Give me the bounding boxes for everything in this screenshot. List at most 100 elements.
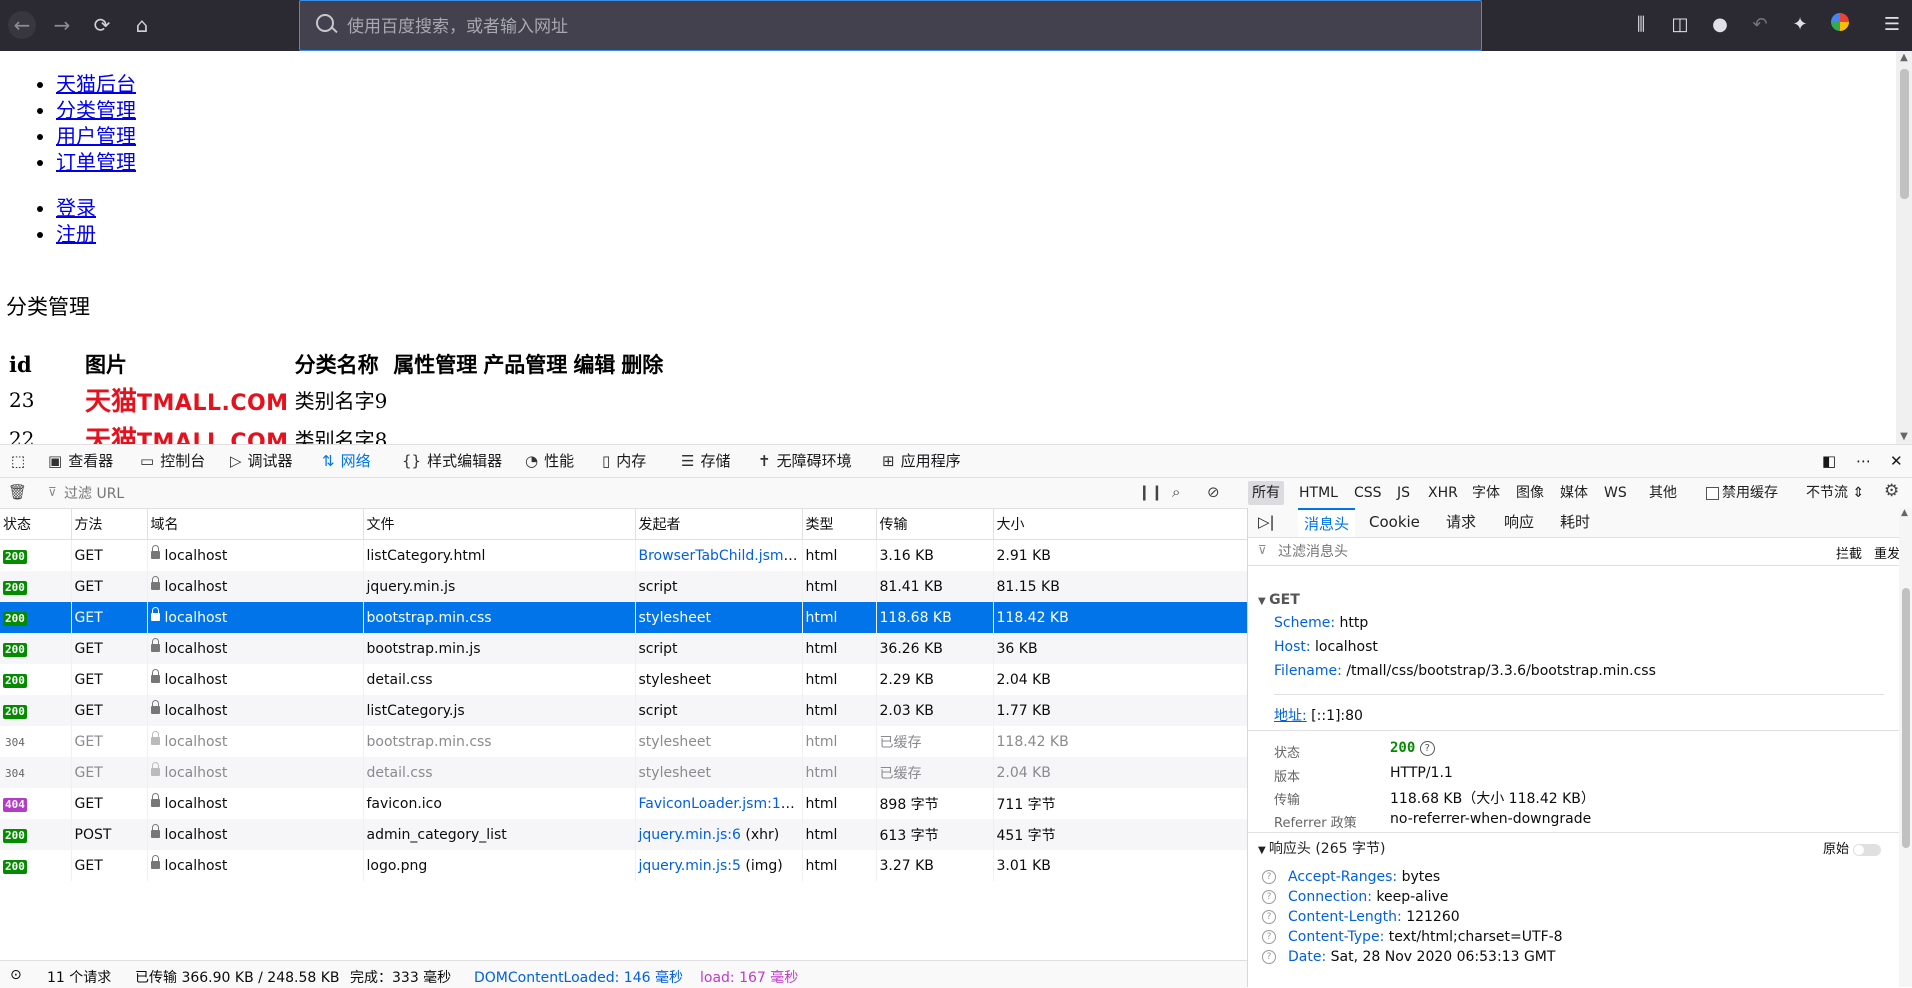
forward-arrow-icon[interactable]: → — [48, 11, 76, 39]
disable-cache-toggle[interactable]: 禁用缓存 — [1702, 481, 1782, 505]
more-options-icon[interactable]: ⋯ — [1856, 445, 1871, 478]
settings-gear-icon[interactable]: ⚙ — [1884, 481, 1899, 501]
tab-style-editor[interactable]: {} 样式编辑器 — [402, 445, 502, 478]
request-row[interactable]: 304 GET localhost bootstrap.min.css styleshe… — [0, 726, 1248, 757]
initiator-link[interactable]: jquery.min.js:5 — [639, 858, 741, 874]
register-link[interactable]: 注册 — [56, 222, 96, 246]
account-icon[interactable]: ● — [1708, 13, 1732, 37]
header-help-icon[interactable]: ? — [1262, 910, 1276, 924]
scroll-thumb[interactable] — [1902, 588, 1910, 848]
disable-cache-checkbox[interactable] — [1706, 486, 1719, 500]
request-row[interactable]: 200 GET localhost detail.css stylesheet html 2… — [0, 664, 1248, 695]
header-help-icon[interactable]: ? — [1262, 870, 1276, 884]
pick-element-icon[interactable]: ⬚ — [6, 445, 30, 478]
request-row[interactable]: 200 GET localhost bootstrap.min.js script htm… — [0, 633, 1248, 664]
block-icon[interactable]: ⊘ — [1207, 483, 1220, 501]
col-size[interactable]: 大小 — [993, 509, 1248, 540]
type-filter-html[interactable]: HTML — [1295, 481, 1342, 505]
request-row[interactable]: 200 GET localhost listCategory.js script html… — [0, 695, 1248, 726]
header-help-icon[interactable]: ? — [1262, 890, 1276, 904]
filter-url-input[interactable] — [44, 481, 1144, 507]
tab-performance[interactable]: ◔ 性能 — [525, 445, 574, 478]
tab-accessibility[interactable]: ✝ 无障碍环境 — [758, 445, 852, 478]
col-domain[interactable]: 域名 — [147, 509, 364, 540]
tab-application[interactable]: ⊞ 应用程序 — [882, 445, 961, 478]
scroll-up-icon[interactable]: ▲ — [1896, 51, 1912, 65]
url-bar[interactable] — [299, 0, 1482, 51]
initiator-link[interactable]: BrowserTabChild.jsm:... — [639, 548, 802, 564]
type-filter-xhr[interactable]: XHR — [1424, 481, 1462, 505]
tab-network[interactable]: ⇅ 网络 — [322, 445, 371, 480]
cell-initiator[interactable]: BrowserTabChild.jsm:... — [635, 539, 803, 571]
type-filter-js[interactable]: JS — [1393, 481, 1414, 505]
request-row[interactable]: 200 GET localhost logo.png jquery.min.js:5 (… — [0, 850, 1248, 881]
tab-request[interactable]: 请求 — [1446, 508, 1476, 536]
responsive-design-icon[interactable]: ◧ — [1822, 445, 1836, 478]
type-filter-fonts[interactable]: 字体 — [1468, 481, 1504, 505]
type-filter-media[interactable]: 媒体 — [1556, 481, 1592, 505]
sidebar-icon[interactable]: ◫ — [1668, 13, 1692, 37]
tab-console[interactable]: ▭ 控制台 — [140, 445, 205, 478]
nav-link-user[interactable]: 用户管理 — [56, 124, 136, 148]
type-filter-css[interactable]: CSS — [1350, 481, 1386, 505]
col-method[interactable]: 方法 — [71, 509, 148, 540]
cell-initiator[interactable]: FaviconLoader.jsm:19... — [635, 788, 803, 819]
type-filter-images[interactable]: 图像 — [1512, 481, 1548, 505]
undo-icon[interactable]: ↶ — [1748, 13, 1772, 37]
tab-storage[interactable]: ☰ 存储 — [681, 445, 730, 478]
cell-initiator[interactable]: jquery.min.js:6 (xhr) — [635, 819, 803, 850]
nav-link-tmall-admin[interactable]: 天猫后台 — [56, 72, 136, 96]
reload-icon[interactable]: ⟳ — [88, 11, 116, 39]
throttle-select[interactable]: 不节流 ⇕ — [1802, 481, 1868, 505]
url-input[interactable] — [345, 13, 1249, 41]
search-requests-icon[interactable]: ⌕ — [1172, 483, 1180, 501]
col-type[interactable]: 类型 — [802, 509, 877, 540]
header-help-icon[interactable]: ? — [1262, 930, 1276, 944]
scroll-up-icon[interactable]: ▲ — [1901, 508, 1908, 518]
request-row[interactable]: 404 GET localhost favicon.ico FaviconLoader.… — [0, 788, 1248, 819]
block-button[interactable]: 拦截 — [1836, 543, 1862, 562]
tab-memory[interactable]: ▯ 内存 — [602, 445, 646, 478]
tab-timings[interactable]: 耗时 — [1560, 508, 1590, 536]
scroll-thumb[interactable] — [1900, 69, 1909, 199]
request-row[interactable]: 304 GET localhost detail.css stylesheet html 已… — [0, 757, 1248, 788]
login-link[interactable]: 登录 — [56, 196, 96, 220]
request-row[interactable]: 200 GET localhost bootstrap.min.css styleshe… — [0, 602, 1248, 633]
tab-debugger[interactable]: ▷ 调试器 — [230, 445, 293, 478]
header-help-icon[interactable]: ? — [1262, 950, 1276, 964]
tab-response[interactable]: 响应 — [1504, 508, 1534, 536]
method-section-toggle[interactable]: ▼ GET — [1258, 592, 1300, 608]
tab-cookie[interactable]: Cookie — [1369, 508, 1420, 536]
col-initiator[interactable]: 发起者 — [635, 509, 803, 540]
library-icon[interactable]: ⫼ — [1629, 13, 1653, 37]
raw-toggle[interactable]: 原始 — [1823, 838, 1882, 857]
trash-status-icon[interactable]: ⊙ — [10, 967, 22, 983]
cell-initiator[interactable]: jquery.min.js:5 (img) — [635, 850, 803, 881]
nav-link-category[interactable]: 分类管理 — [56, 98, 136, 122]
col-file[interactable]: 文件 — [363, 509, 636, 540]
request-row[interactable]: 200 GET localhost jquery.min.js script html 81… — [0, 571, 1248, 602]
page-scrollbar[interactable]: ▲ ▼ — [1896, 51, 1912, 444]
type-filter-other[interactable]: 其他 — [1645, 481, 1681, 505]
col-status[interactable]: 状态 — [0, 509, 72, 540]
filter-headers-input[interactable] — [1276, 540, 1780, 564]
request-row[interactable]: 200 GET localhost listCategory.html BrowserT… — [0, 539, 1248, 571]
resend-button[interactable]: 重发 — [1874, 543, 1900, 562]
toggle-sidebar-icon[interactable]: ▷| — [1258, 508, 1275, 536]
request-row[interactable]: 200 POST localhost admin_category_list jquer… — [0, 819, 1248, 850]
extension-icon[interactable]: ✦ — [1788, 13, 1812, 37]
nav-link-order[interactable]: 订单管理 — [56, 150, 136, 174]
type-filter-ws[interactable]: WS — [1600, 481, 1631, 505]
scroll-down-icon[interactable]: ▼ — [1896, 430, 1912, 444]
col-transfer[interactable]: 传输 — [876, 509, 994, 540]
details-scrollbar[interactable]: ▲ — [1899, 508, 1912, 987]
tab-inspector[interactable]: ▣ 查看器 — [48, 445, 113, 478]
browser-logo-icon[interactable] — [1828, 13, 1852, 37]
trash-icon[interactable]: 🗑 — [8, 483, 27, 501]
tab-headers[interactable]: 消息头 — [1298, 508, 1356, 537]
help-icon[interactable]: ? — [1419, 740, 1435, 756]
home-icon[interactable]: ⌂ — [128, 11, 156, 39]
initiator-link[interactable]: FaviconLoader.jsm:19... — [639, 796, 802, 812]
initiator-link[interactable]: jquery.min.js:6 — [639, 827, 741, 843]
close-icon[interactable]: ✕ — [1890, 445, 1903, 478]
